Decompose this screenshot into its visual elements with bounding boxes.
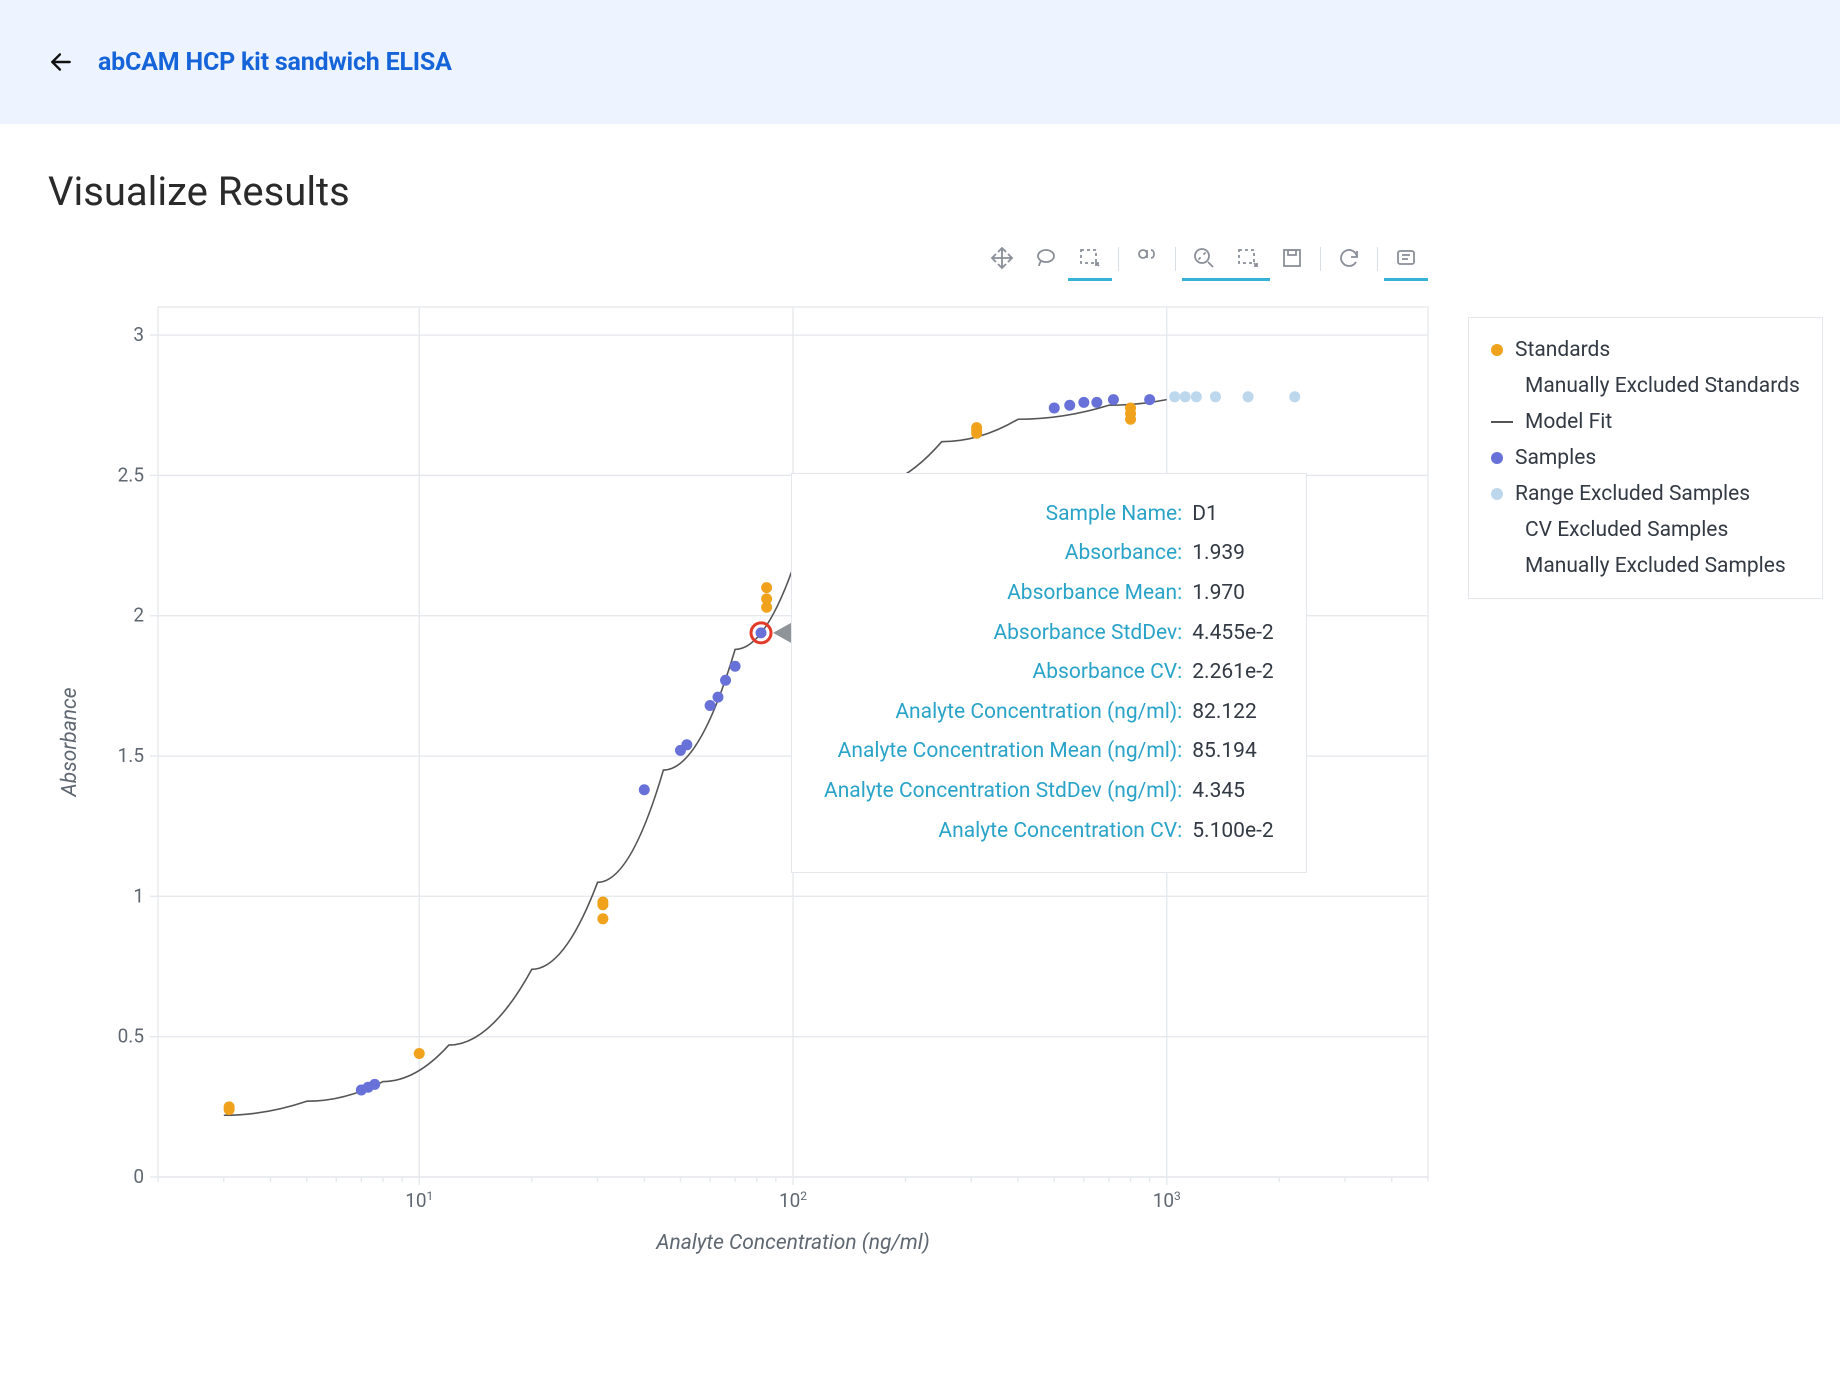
page-header: abCAM HCP kit sandwich ELISA: [0, 0, 1840, 124]
data-point[interactable]: [1243, 391, 1254, 402]
svg-text:0: 0: [133, 1165, 144, 1188]
legend-swatch: [1491, 488, 1503, 500]
lasso-icon[interactable]: [1024, 237, 1068, 281]
tooltip-value: 1.970: [1188, 575, 1278, 613]
tooltip-label: Absorbance CV:: [820, 654, 1186, 692]
data-point[interactable]: [720, 675, 731, 686]
tooltip-value: 4.345: [1188, 773, 1278, 811]
data-point[interactable]: [756, 627, 767, 638]
data-point[interactable]: [1210, 391, 1221, 402]
tooltip-label: Sample Name:: [820, 496, 1186, 534]
legend-item[interactable]: Range Excluded Samples: [1491, 476, 1800, 512]
data-point[interactable]: [1108, 394, 1119, 405]
data-point[interactable]: [1078, 397, 1089, 408]
zoom-in-icon[interactable]: [1182, 237, 1226, 281]
tooltip-value: D1: [1188, 496, 1278, 534]
legend-item[interactable]: Samples: [1491, 440, 1800, 476]
data-point[interactable]: [681, 739, 692, 750]
tooltip-label: Analyte Concentration CV:: [820, 813, 1186, 851]
legend-item[interactable]: Manually Excluded Standards: [1491, 368, 1800, 404]
svg-text:Analyte Concentration (ng/ml): Analyte Concentration (ng/ml): [655, 1231, 930, 1255]
legend-item[interactable]: Manually Excluded Samples: [1491, 548, 1800, 584]
zoom-out-icon[interactable]: [1226, 237, 1270, 281]
tooltip-value: 4.455e-2: [1188, 615, 1278, 653]
svg-text:Absorbance: Absorbance: [58, 687, 82, 797]
tooltip-value: 82.122: [1188, 694, 1278, 732]
legend-swatch: [1491, 421, 1513, 423]
tooltip-pointer-icon: [773, 623, 791, 643]
data-point[interactable]: [1049, 403, 1060, 414]
svg-text:2.5: 2.5: [118, 463, 144, 486]
annotate-icon[interactable]: [1384, 237, 1428, 281]
legend-swatch: [1491, 452, 1503, 464]
tooltip-value: 1.939: [1188, 535, 1278, 573]
svg-text:2: 2: [133, 604, 144, 627]
legend-label: Manually Excluded Standards: [1525, 374, 1800, 398]
legend-item[interactable]: Standards: [1491, 332, 1800, 368]
save-icon[interactable]: [1270, 237, 1314, 281]
svg-text:3: 3: [133, 323, 144, 346]
point-select-icon[interactable]: [1125, 237, 1169, 281]
chart-legend: Standards Manually Excluded Standards Mode…: [1468, 317, 1823, 599]
data-point[interactable]: [1091, 397, 1102, 408]
refresh-icon[interactable]: [1327, 237, 1371, 281]
data-point[interactable]: [224, 1101, 235, 1112]
svg-text:1: 1: [133, 884, 144, 907]
tooltip-label: Analyte Concentration StdDev (ng/ml):: [820, 773, 1186, 811]
chart-toolbar: [48, 237, 1828, 281]
data-point[interactable]: [705, 700, 716, 711]
legend-label: Model Fit: [1525, 410, 1612, 434]
data-tooltip: Sample Name:D1Absorbance:1.939Absorbance…: [791, 473, 1307, 873]
chart-area[interactable]: 0 0.5 1 1.5 2 2.5 3 101 102 103 Analyte Concentrat…: [48, 287, 1448, 1267]
legend-swatch: [1491, 344, 1503, 356]
data-point[interactable]: [730, 661, 741, 672]
svg-text:103: 103: [1153, 1189, 1181, 1212]
tooltip-value: 5.100e-2: [1188, 813, 1278, 851]
legend-label: Standards: [1515, 338, 1610, 362]
svg-text:102: 102: [779, 1189, 807, 1212]
back-arrow-icon[interactable]: [46, 47, 76, 77]
tooltip-label: Absorbance StdDev:: [820, 615, 1186, 653]
data-point[interactable]: [971, 422, 982, 433]
data-point[interactable]: [1289, 391, 1300, 402]
data-point[interactable]: [1064, 400, 1075, 411]
box-select-icon[interactable]: [1068, 237, 1112, 281]
data-point[interactable]: [639, 784, 650, 795]
legend-label: Samples: [1515, 446, 1596, 470]
svg-text:1.5: 1.5: [118, 744, 144, 767]
data-point[interactable]: [369, 1079, 380, 1090]
svg-text:0.5: 0.5: [118, 1025, 144, 1048]
legend-label: Range Excluded Samples: [1515, 482, 1750, 506]
data-point[interactable]: [713, 692, 724, 703]
data-point[interactable]: [761, 593, 772, 604]
page-title: Visualize Results: [48, 168, 1792, 215]
legend-label: Manually Excluded Samples: [1525, 554, 1786, 578]
breadcrumb-title[interactable]: abCAM HCP kit sandwich ELISA: [98, 48, 452, 77]
pan-icon[interactable]: [980, 237, 1024, 281]
legend-item[interactable]: CV Excluded Samples: [1491, 512, 1800, 548]
tooltip-label: Analyte Concentration (ng/ml):: [820, 694, 1186, 732]
legend-label: CV Excluded Samples: [1525, 518, 1728, 542]
tooltip-label: Absorbance Mean:: [820, 575, 1186, 613]
data-point[interactable]: [761, 582, 772, 593]
data-point[interactable]: [1144, 394, 1155, 405]
data-point[interactable]: [1125, 403, 1136, 414]
tooltip-value: 2.261e-2: [1188, 654, 1278, 692]
data-point[interactable]: [414, 1048, 425, 1059]
tooltip-value: 85.194: [1188, 733, 1278, 771]
tooltip-label: Absorbance:: [820, 535, 1186, 573]
tooltip-label: Analyte Concentration Mean (ng/ml):: [820, 733, 1186, 771]
svg-text:101: 101: [405, 1189, 433, 1212]
data-point[interactable]: [1180, 391, 1191, 402]
data-point[interactable]: [597, 913, 608, 924]
legend-item[interactable]: Model Fit: [1491, 404, 1800, 440]
data-point[interactable]: [1169, 391, 1180, 402]
data-point[interactable]: [597, 896, 608, 907]
data-point[interactable]: [1191, 391, 1202, 402]
